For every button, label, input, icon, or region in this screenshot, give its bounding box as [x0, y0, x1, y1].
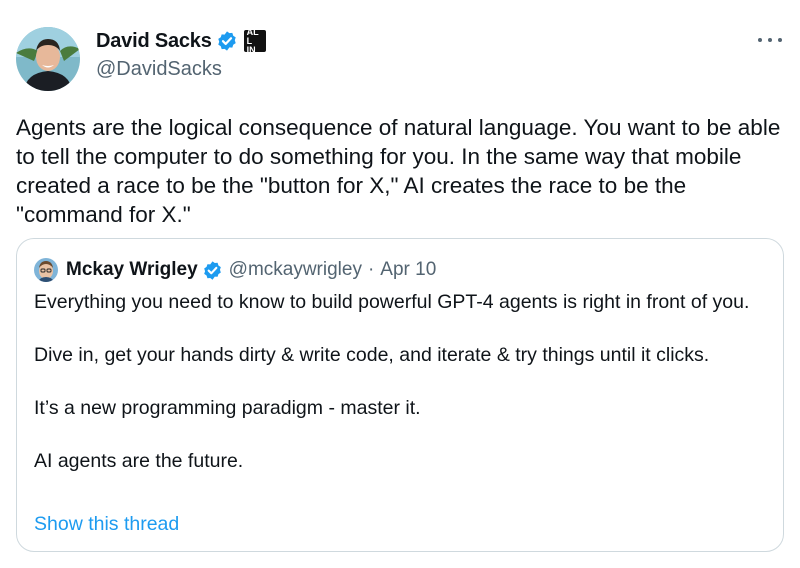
- quoted-paragraph: Everything you need to know to build pow…: [34, 291, 750, 313]
- quoted-tweet-date: Apr 10: [380, 259, 437, 280]
- more-options-icon[interactable]: [758, 30, 782, 50]
- show-thread-link[interactable]: Show this thread: [34, 513, 179, 536]
- quoted-paragraph: Dive in, get your hands dirty & write co…: [34, 344, 710, 366]
- tweet-text: Agents are the logical consequence of na…: [16, 115, 781, 227]
- quoted-author-avatar: [34, 258, 58, 282]
- verified-badge-icon: [217, 31, 236, 51]
- quoted-tweet[interactable]: Mckay Wrigley @mckaywrigley · Apr 10 Eve…: [16, 238, 784, 552]
- quoted-author-name: Mckay Wrigley: [66, 259, 198, 280]
- more-dot: [768, 38, 772, 42]
- quoted-author-handle: @mckaywrigley: [228, 259, 362, 280]
- affiliation-badge[interactable]: ALL IN: [243, 26, 266, 55]
- author-header: David Sacks ALL IN: [96, 26, 266, 55]
- quoted-paragraph: It’s a new programming paradigm - master…: [34, 397, 421, 419]
- quoted-paragraph: AI agents are the future.: [34, 450, 244, 472]
- author-handle[interactable]: @DavidSacks: [96, 58, 222, 81]
- more-dot: [778, 38, 782, 42]
- affiliation-badge-label: ALL IN: [246, 26, 259, 55]
- verified-badge-icon: [203, 260, 221, 280]
- quoted-tweet-header: Mckay Wrigley @mckaywrigley · Apr 10: [34, 257, 436, 283]
- author-avatar[interactable]: [16, 27, 80, 91]
- meta-separator: ·: [367, 259, 375, 280]
- more-dot: [758, 38, 762, 42]
- author-name[interactable]: David Sacks: [96, 30, 212, 53]
- quoted-tweet-body: Everything you need to know to build pow…: [34, 289, 774, 475]
